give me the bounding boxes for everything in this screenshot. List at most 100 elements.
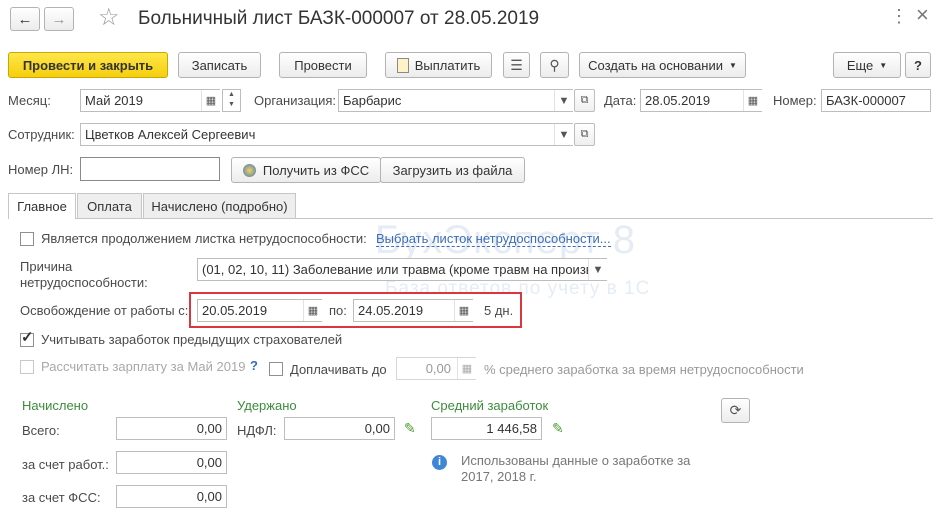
open-employee-button[interactable]: ⧉ — [574, 123, 595, 146]
create-based-on-label: Создать на основании — [588, 57, 723, 73]
average-field[interactable]: 1 446,58 — [431, 417, 542, 440]
info-icon: i — [432, 455, 447, 470]
withheld-heading: Удержано — [237, 398, 297, 413]
tab-accrued-detailed[interactable]: Начислено (подробно) — [143, 193, 296, 218]
continuation-label: Является продолжением листка нетрудоспос… — [41, 231, 367, 246]
organization-label: Организация: — [254, 93, 337, 108]
dropdown-arrow-icon: ▼ — [879, 60, 888, 70]
month-label: Месяц: — [8, 93, 51, 108]
save-button[interactable]: Записать — [178, 52, 261, 78]
tab-payment[interactable]: Оплата — [77, 193, 142, 218]
previous-insurers-label: Учитывать заработок предыдущих страховат… — [41, 332, 343, 347]
continuation-checkbox[interactable] — [20, 232, 34, 246]
calc-salary-checkbox[interactable] — [20, 360, 34, 374]
arrow-right-icon: → — [51, 10, 67, 28]
list-icon: ☰ — [510, 56, 523, 73]
month-field[interactable]: Май 2019 — [80, 89, 220, 112]
create-based-on-button[interactable]: Создать на основании ▼ — [579, 52, 746, 78]
days-count: 5 дн. — [484, 303, 514, 318]
ndfl-value: 0,00 — [364, 421, 390, 436]
back-button[interactable]: ← — [10, 7, 40, 31]
accrued-employer-value: 0,00 — [196, 455, 222, 470]
dropdown-arrow-icon[interactable]: ▼ — [588, 259, 607, 280]
refresh-icon: ⟳ — [729, 402, 742, 418]
average-value: 1 446,58 — [486, 421, 537, 436]
previous-insurers-checkbox[interactable]: ✓ — [20, 329, 34, 347]
number-field[interactable]: БАЗК-000007 — [821, 89, 931, 112]
pay-doc-icon — [396, 57, 409, 73]
more-button[interactable]: Еще ▼ — [833, 52, 901, 78]
organization-field[interactable]: Барбарис — [338, 89, 573, 112]
forward-button[interactable]: → — [44, 7, 74, 31]
open-card-icon: ⧉ — [580, 94, 589, 106]
calendar-icon[interactable]: ▦ — [201, 90, 220, 111]
average-heading: Средний заработок — [431, 398, 549, 413]
month-spinner[interactable]: ▲ ▼ — [222, 89, 241, 112]
topup-label: Доплачивать до — [290, 362, 387, 377]
help-mark[interactable]: ? — [250, 358, 258, 373]
help-button[interactable]: ? — [905, 52, 931, 78]
spin-down-icon[interactable]: ▼ — [228, 101, 235, 108]
accrued-fss-label: за счет ФСС: — [22, 490, 101, 505]
ln-number-label: Номер ЛН: — [8, 162, 74, 177]
post-and-close-button[interactable]: Провести и закрыть — [8, 52, 168, 78]
report-button[interactable]: ☰ — [503, 52, 530, 78]
get-from-fss-label: Получить из ФСС — [262, 162, 370, 178]
calculator-icon[interactable]: ▦ — [457, 358, 476, 379]
accrued-employer-label: за счет работ.: — [22, 457, 109, 472]
ndfl-field[interactable]: 0,00 — [284, 417, 395, 440]
attach-button[interactable]: ⚲ — [540, 52, 569, 78]
paperclip-icon: ⚲ — [549, 56, 560, 73]
number-label: Номер: — [773, 93, 817, 108]
employee-field[interactable]: Цветков Алексей Сергеевич — [80, 123, 573, 146]
favorite-star-icon[interactable]: ☆ — [98, 3, 120, 32]
date-value: 28.05.2019 — [645, 93, 711, 108]
calendar-icon[interactable]: ▦ — [743, 90, 762, 111]
edit-pencil-icon[interactable]: ✎ — [404, 420, 416, 437]
ndfl-label: НДФЛ: — [237, 423, 277, 438]
number-value: БАЗК-000007 — [826, 93, 906, 108]
load-from-file-button[interactable]: Загрузить из файла — [380, 157, 525, 183]
choose-sheet-link[interactable]: Выбрать листок нетрудоспособности... — [376, 231, 611, 247]
employee-label: Сотрудник: — [8, 127, 75, 142]
to-label: по: — [329, 303, 347, 318]
dropdown-arrow-icon[interactable]: ▼ — [554, 124, 573, 145]
topup-checkbox[interactable] — [269, 362, 283, 376]
release-from-value: 20.05.2019 — [202, 303, 268, 318]
average-info-line1: Использованы данные о заработке за — [461, 453, 691, 468]
release-label: Освобождение от работы с: — [20, 303, 189, 318]
checkmark-icon: ✓ — [21, 329, 34, 346]
reason-field[interactable]: (01, 02, 10, 11) Заболевание или травма … — [197, 258, 607, 281]
post-button[interactable]: Провести — [279, 52, 367, 78]
accrued-fss-field[interactable]: 0,00 — [116, 485, 227, 508]
page-title: Больничный лист БАЗК-000007 от 28.05.201… — [138, 8, 540, 29]
get-from-fss-button[interactable]: Получить из ФСС — [231, 157, 381, 183]
topup-suffix-label: % среднего заработка за время нетрудоспо… — [484, 362, 804, 377]
reason-label-line1: Причина — [20, 259, 73, 274]
open-organization-button[interactable]: ⧉ — [574, 89, 595, 112]
reason-value: (01, 02, 10, 11) Заболевание или травма … — [202, 262, 593, 277]
reason-label: Причина нетрудоспособности: — [20, 259, 148, 291]
fss-icon — [242, 163, 256, 177]
more-options-icon[interactable]: ⋮ — [890, 6, 908, 27]
employee-value: Цветков Алексей Сергеевич — [85, 127, 256, 142]
dropdown-arrow-icon: ▼ — [728, 60, 737, 70]
more-label: Еще — [846, 57, 874, 73]
ln-number-field[interactable] — [80, 157, 220, 181]
spin-up-icon[interactable]: ▲ — [228, 91, 235, 98]
calendar-icon[interactable]: ▦ — [454, 300, 473, 321]
date-label: Дата: — [604, 93, 637, 108]
open-card-icon: ⧉ — [580, 128, 589, 140]
pay-button[interactable]: Выплатить — [385, 52, 492, 78]
close-icon[interactable]: × — [916, 2, 929, 28]
reason-label-line2: нетрудоспособности: — [20, 275, 148, 290]
refresh-button[interactable]: ⟳ — [721, 398, 750, 423]
accrued-total-field[interactable]: 0,00 — [116, 417, 227, 440]
calendar-icon[interactable]: ▦ — [303, 300, 322, 321]
accrued-heading: Начислено — [22, 398, 89, 413]
tab-main[interactable]: Главное — [8, 193, 76, 219]
edit-pencil-icon[interactable]: ✎ — [552, 420, 564, 437]
average-info-line2: 2017, 2018 г. — [461, 469, 537, 484]
accrued-employer-field[interactable]: 0,00 — [116, 451, 227, 474]
dropdown-arrow-icon[interactable]: ▼ — [554, 90, 573, 111]
